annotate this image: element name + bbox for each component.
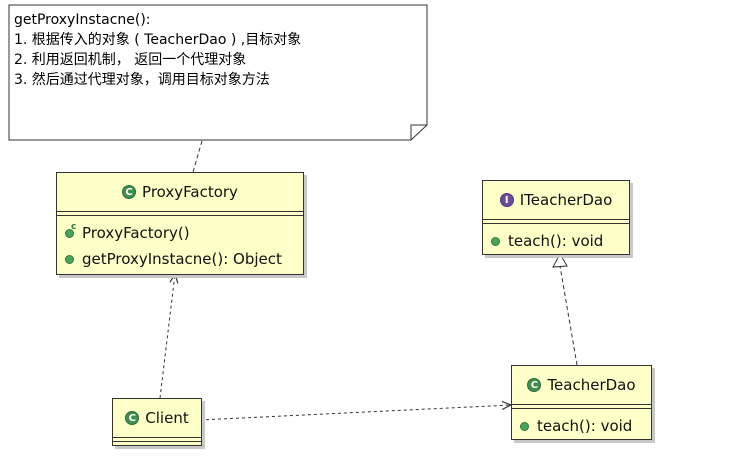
class-header: C ProxyFactory xyxy=(57,173,303,212)
class-header: C Client xyxy=(113,399,201,438)
constructor-icon: c xyxy=(65,222,76,238)
class-header: C TeacherDao xyxy=(512,366,651,405)
operations-compartment: teach(): void xyxy=(512,409,651,439)
note-anchor-line xyxy=(192,140,203,173)
client-to-proxyfactory-dependency xyxy=(159,274,175,399)
operation-signature: teach(): void xyxy=(537,417,633,435)
client-to-teacherdao-dependency xyxy=(199,405,511,421)
class-teacherdao[interactable]: C TeacherDao teach(): void xyxy=(511,365,652,440)
class-icon: C xyxy=(125,411,140,425)
uml-note: getProxyInstacne(): 1. 根据传入的对象 ( Teacher… xyxy=(8,4,428,141)
class-name: Client xyxy=(145,409,189,427)
class-name: TeacherDao xyxy=(547,376,636,394)
class-client[interactable]: C Client xyxy=(112,398,202,446)
operation-row[interactable]: c ProxyFactory() xyxy=(65,220,297,246)
class-icon: C xyxy=(122,185,137,199)
class-name: ProxyFactory xyxy=(142,183,238,201)
note-line: 2. 利用返回机制， 返回一个代理对象 xyxy=(14,52,247,68)
class-header: I ITeacherDao xyxy=(483,181,629,220)
public-method-icon xyxy=(520,421,529,431)
note-line: 1. 根据传入的对象 ( TeacherDao ) ,目标对象 xyxy=(14,32,302,48)
operation-row[interactable]: teach(): void xyxy=(491,228,623,254)
operation-signature: ProxyFactory() xyxy=(82,224,190,242)
operations-compartment: teach(): void xyxy=(483,224,629,254)
class-name: ITeacherDao xyxy=(519,191,613,209)
interface-icon: I xyxy=(499,193,514,207)
attributes-compartment xyxy=(113,438,201,442)
class-proxyfactory[interactable]: C ProxyFactory c ProxyFactory() getProxy… xyxy=(56,172,304,275)
operation-row[interactable]: getProxyInstacne(): Object xyxy=(65,246,297,272)
public-method-icon xyxy=(491,236,500,246)
note-line: getProxyInstacne(): xyxy=(14,12,151,28)
class-icon: C xyxy=(527,378,542,392)
operation-signature: teach(): void xyxy=(508,232,604,250)
operation-signature: getProxyInstacne(): Object xyxy=(82,250,282,268)
operations-compartment: c ProxyFactory() getProxyInstacne(): Obj… xyxy=(57,216,303,272)
interface-iteacherdao[interactable]: I ITeacherDao teach(): void xyxy=(482,180,630,255)
note-text: getProxyInstacne(): 1. 根据传入的对象 ( Teacher… xyxy=(14,10,412,90)
realization-arrowhead xyxy=(552,252,568,268)
note-line: 3. 然后通过代理对象，调用目标对象方法 xyxy=(14,72,270,88)
public-method-icon xyxy=(65,254,74,264)
uml-diagram-canvas: getProxyInstacne(): 1. 根据传入的对象 ( Teacher… xyxy=(0,0,739,472)
operation-row[interactable]: teach(): void xyxy=(520,413,645,439)
teacherdao-implements-iteacherdao xyxy=(559,265,578,366)
